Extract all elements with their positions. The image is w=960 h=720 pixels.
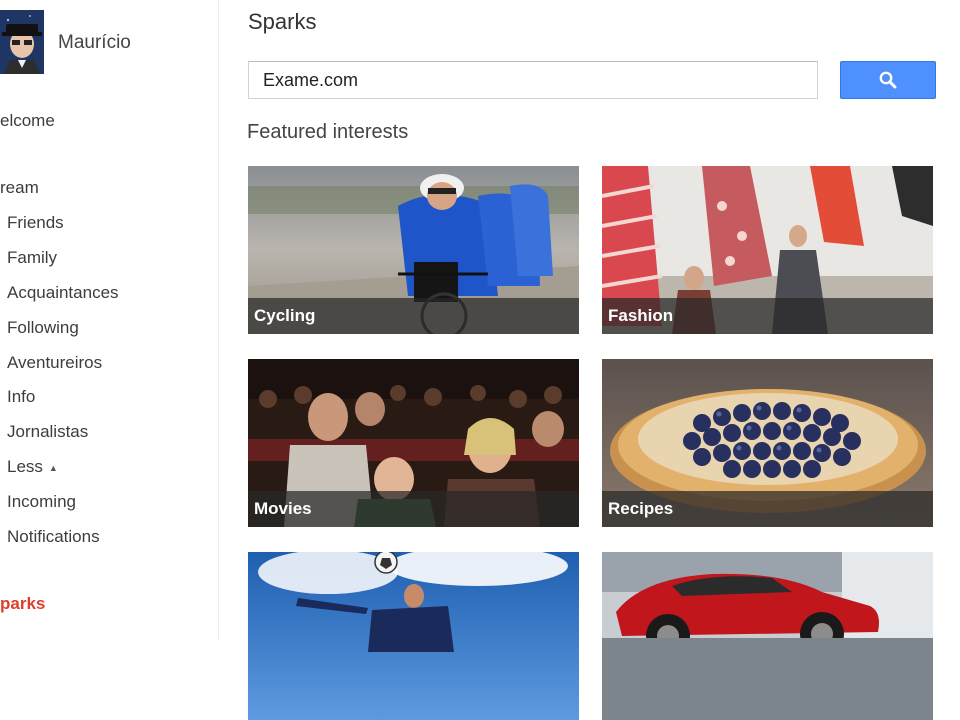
page-title: Sparks [248, 9, 317, 34]
sidebar-item-info[interactable]: Info [7, 387, 35, 407]
interest-tile-movies[interactable]: Movies [248, 359, 579, 527]
interest-tile-cycling[interactable]: Cycling [248, 166, 579, 334]
sidebar-item-acquaintances[interactable]: Acquaintances [7, 283, 119, 303]
tile-label: Cycling [254, 306, 316, 325]
search-button[interactable] [840, 61, 936, 99]
search-icon [841, 70, 935, 90]
tile-label: Fashion [608, 306, 674, 325]
tile-label: Recipes [608, 499, 674, 518]
sidebar: Maurício elcome ream Friends Family Acqu… [0, 0, 219, 640]
interest-tile-soccer[interactable] [248, 552, 579, 720]
profile[interactable]: Maurício [0, 10, 218, 76]
interest-tile-recipes[interactable]: Recipes [602, 359, 933, 527]
sidebar-item-friends[interactable]: Friends [7, 213, 64, 233]
main-content: Sparks Featured interests [218, 0, 960, 720]
section-heading: Featured interests [247, 121, 409, 143]
tile-label: Movies [254, 499, 312, 518]
interest-tile-cars[interactable] [602, 552, 933, 720]
avatar[interactable] [0, 10, 44, 74]
sidebar-item-family[interactable]: Family [7, 248, 57, 268]
caret-up-icon: ▲ [48, 462, 58, 473]
soccer-image [248, 552, 579, 720]
cars-image [602, 552, 933, 720]
sidebar-item-less[interactable]: Less ▲ [7, 457, 58, 477]
sidebar-item-incoming[interactable]: Incoming [7, 492, 76, 512]
search-input[interactable] [248, 61, 818, 99]
sidebar-item-jornalistas[interactable]: Jornalistas [7, 422, 88, 442]
sidebar-item-sparks[interactable]: parks [0, 594, 45, 614]
interest-tile-fashion[interactable]: Fashion [602, 166, 933, 334]
sidebar-item-following[interactable]: Following [7, 318, 79, 338]
sidebar-item-aventureiros[interactable]: Aventureiros [7, 353, 102, 373]
sidebar-item-welcome[interactable]: elcome [0, 111, 55, 131]
sidebar-item-less-label: Less [7, 457, 43, 476]
sidebar-item-stream[interactable]: ream [0, 178, 39, 198]
profile-name[interactable]: Maurício [58, 32, 131, 54]
sidebar-item-notifications[interactable]: Notifications [7, 527, 100, 547]
